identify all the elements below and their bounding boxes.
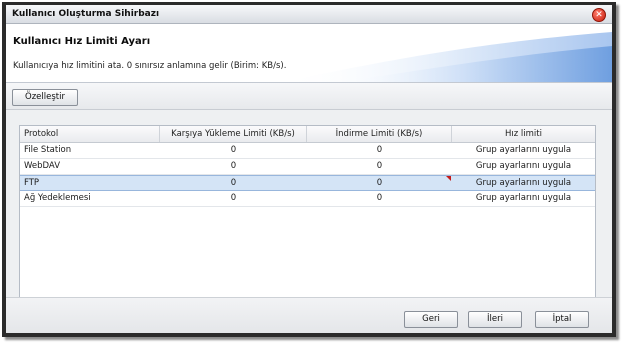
download-limit-cell[interactable]: 0 bbox=[307, 191, 452, 206]
speed-limit-cell[interactable]: Grup ayarlarını uygula bbox=[452, 176, 595, 191]
close-icon[interactable]: ✕ bbox=[592, 8, 606, 22]
title-bar[interactable]: Kullanıcı Oluşturma Sihirbazı ✕ bbox=[6, 5, 612, 24]
cancel-button[interactable]: İptal bbox=[535, 311, 589, 328]
protocol-cell: WebDAV bbox=[24, 161, 61, 171]
download-limit-cell[interactable]: 0 bbox=[307, 143, 452, 158]
window-frame: Kullanıcı Oluşturma Sihirbazı ✕ Kullanıc… bbox=[2, 2, 616, 337]
upload-limit-cell[interactable]: 0 bbox=[160, 159, 307, 174]
table-row-selected[interactable]: FTP 0 0 Grup ayarlarını uygula bbox=[20, 175, 595, 191]
download-limit-cell[interactable]: 0 bbox=[307, 159, 452, 174]
speed-limit-table: Protokol Karşıya Yükleme Limiti (KB/s) İ… bbox=[19, 125, 596, 299]
column-header-protocol[interactable]: Protokol bbox=[20, 126, 160, 142]
step-title: Kullanıcı Hız Limiti Ayarı bbox=[13, 36, 151, 47]
column-header-upload-limit[interactable]: Karşıya Yükleme Limiti (KB/s) bbox=[160, 126, 307, 142]
speed-limit-cell[interactable]: Grup ayarlarını uygula bbox=[452, 143, 595, 158]
wizard-footer: Geri İleri İptal bbox=[6, 297, 612, 333]
table-row[interactable]: Ağ Yedeklemesi 0 0 Grup ayarlarını uygul… bbox=[20, 191, 595, 207]
toolbar: Özelleştir bbox=[6, 83, 612, 110]
speed-limit-cell[interactable]: Grup ayarlarını uygula bbox=[452, 191, 595, 206]
upload-limit-cell[interactable]: 0 bbox=[160, 143, 307, 158]
upload-limit-cell[interactable]: 0 bbox=[160, 191, 307, 206]
upload-limit-cell[interactable]: 0 bbox=[160, 176, 307, 191]
content-area: Protokol Karşıya Yükleme Limiti (KB/s) İ… bbox=[6, 110, 612, 299]
customize-button[interactable]: Özelleştir bbox=[12, 89, 78, 106]
column-header-download-limit[interactable]: İndirme Limiti (KB/s) bbox=[307, 126, 452, 142]
wizard-window: Kullanıcı Oluşturma Sihirbazı ✕ Kullanıc… bbox=[6, 5, 612, 333]
protocol-cell: File Station bbox=[24, 145, 72, 155]
table-header: Protokol Karşıya Yükleme Limiti (KB/s) İ… bbox=[20, 126, 595, 143]
table-row[interactable]: WebDAV 0 0 Grup ayarlarını uygula bbox=[20, 159, 595, 175]
speed-limit-cell[interactable]: Grup ayarlarını uygula bbox=[452, 159, 595, 174]
window-title: Kullanıcı Oluşturma Sihirbazı bbox=[12, 9, 160, 19]
protocol-cell: Ağ Yedeklemesi bbox=[24, 193, 91, 203]
next-button[interactable]: İleri bbox=[468, 311, 522, 328]
download-limit-cell[interactable]: 0 bbox=[307, 176, 452, 191]
wizard-header: Kullanıcı Hız Limiti Ayarı Kullanıcıya h… bbox=[6, 24, 612, 83]
step-description: Kullanıcıya hız limitini ata. 0 sınırsız… bbox=[13, 61, 287, 71]
table-row[interactable]: File Station 0 0 Grup ayarlarını uygula bbox=[20, 143, 595, 159]
column-header-speed-limit[interactable]: Hız limiti bbox=[452, 126, 595, 142]
header-decoration bbox=[282, 25, 612, 82]
back-button[interactable]: Geri bbox=[404, 311, 458, 328]
protocol-cell: FTP bbox=[24, 178, 40, 188]
